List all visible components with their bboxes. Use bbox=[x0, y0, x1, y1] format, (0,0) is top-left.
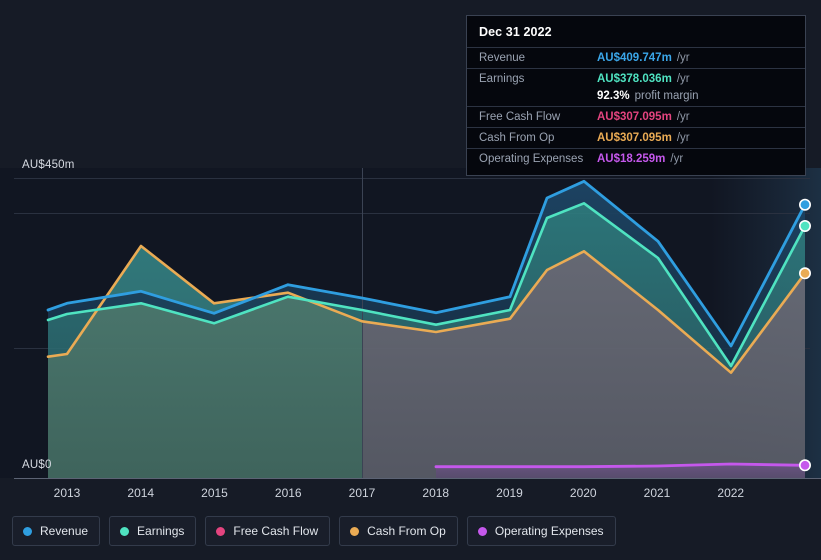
tooltip-row-value: AU$378.036m bbox=[597, 73, 672, 85]
endpoint-operating-expenses bbox=[798, 459, 811, 472]
legend-item-label: Earnings bbox=[137, 524, 185, 538]
x-tick-2022: 2022 bbox=[717, 486, 745, 500]
legend-item-label: Free Cash Flow bbox=[233, 524, 319, 538]
tooltip-row-unit: /yr bbox=[676, 132, 690, 144]
tooltip-row-value: AU$307.095m bbox=[597, 111, 672, 123]
legend-color-dot-icon bbox=[477, 526, 487, 536]
legend-color-dot-icon bbox=[23, 526, 32, 536]
endpoint-earnings bbox=[798, 220, 811, 233]
tooltip-row-value: AU$18.259m bbox=[597, 153, 666, 165]
tooltip-row-key: Free Cash Flow bbox=[479, 111, 561, 123]
tooltip-row: Cash From Op AU$307.095m/yr bbox=[467, 127, 805, 148]
x-tick-2020: 2020 bbox=[569, 486, 597, 500]
chart-legend[interactable]: Revenue Earnings Free Cash Flow Cash From O… bbox=[12, 516, 616, 546]
legend-item-label: Operating Expenses bbox=[494, 524, 604, 538]
legend-item-cash-from-op[interactable]: Cash From Op bbox=[339, 516, 458, 546]
legend-color-dot-icon bbox=[350, 526, 360, 536]
x-tick-2017: 2017 bbox=[348, 486, 376, 500]
tooltip-row-unit: /yr bbox=[670, 153, 684, 165]
x-tick-2013: 2013 bbox=[53, 486, 81, 500]
tooltip-row: Free Cash Flow AU$307.095m/yr bbox=[467, 106, 805, 127]
tooltip-row: Earnings AU$378.036m/yr bbox=[467, 68, 805, 89]
x-tick-2016: 2016 bbox=[274, 486, 302, 500]
tooltip-row: Operating Expenses AU$18.259m/yr bbox=[467, 148, 805, 169]
endpoint-revenue bbox=[798, 198, 811, 211]
tooltip-row-unit: /yr bbox=[676, 73, 690, 85]
legend-item-label: Revenue bbox=[40, 524, 89, 538]
tooltip-row: Revenue AU$409.747m/yr bbox=[467, 47, 805, 68]
tooltip-row-key: Earnings bbox=[479, 73, 525, 85]
tooltip-row-unit: /yr bbox=[676, 52, 690, 64]
legend-color-dot-icon bbox=[216, 526, 226, 536]
chart-tooltip: Dec 31 2022 Revenue AU$409.747m/yr Earning… bbox=[466, 15, 806, 176]
tooltip-row-unit: /yr bbox=[676, 111, 690, 123]
legend-item-earnings[interactable]: Earnings bbox=[109, 516, 197, 546]
tooltip-row-key: Cash From Op bbox=[479, 132, 555, 144]
y-axis-top-label: AU$450m bbox=[22, 159, 75, 171]
x-tick-2019: 2019 bbox=[496, 486, 523, 500]
tooltip-date: Dec 31 2022 bbox=[479, 25, 552, 39]
tooltip-row-value: AU$409.747m bbox=[597, 52, 672, 64]
endpoint-cash-from-op bbox=[798, 267, 811, 280]
financial-area-chart: AU$450m AU$0 2013 2014 2015 2016 2017 2018 201… bbox=[0, 0, 821, 560]
tooltip-rows: Revenue AU$409.747m/yr Earnings AU$378.036m… bbox=[467, 47, 805, 169]
tooltip-margin-value: 92.3% bbox=[597, 90, 630, 102]
legend-color-dot-icon bbox=[120, 526, 130, 536]
x-tick-2015: 2015 bbox=[201, 486, 228, 500]
legend-item-operating-expenses[interactable]: Operating Expenses bbox=[466, 516, 616, 546]
y-axis-zero-label: AU$0 bbox=[22, 459, 52, 471]
tooltip-row-key: Revenue bbox=[479, 52, 526, 64]
tooltip-profit-margin-row: 92.3% profit margin bbox=[467, 89, 805, 106]
x-tick-2018: 2018 bbox=[422, 486, 450, 500]
legend-item-free-cash-flow[interactable]: Free Cash Flow bbox=[205, 516, 331, 546]
tooltip-margin-label: profit margin bbox=[634, 90, 699, 102]
x-tick-2021: 2021 bbox=[643, 486, 671, 500]
x-tick-2014: 2014 bbox=[127, 486, 155, 500]
legend-item-label: Cash From Op bbox=[367, 524, 446, 538]
tooltip-row-value: AU$307.095m bbox=[597, 132, 672, 144]
tooltip-row-key: Operating Expenses bbox=[479, 153, 584, 165]
legend-item-revenue[interactable]: Revenue bbox=[12, 516, 101, 546]
